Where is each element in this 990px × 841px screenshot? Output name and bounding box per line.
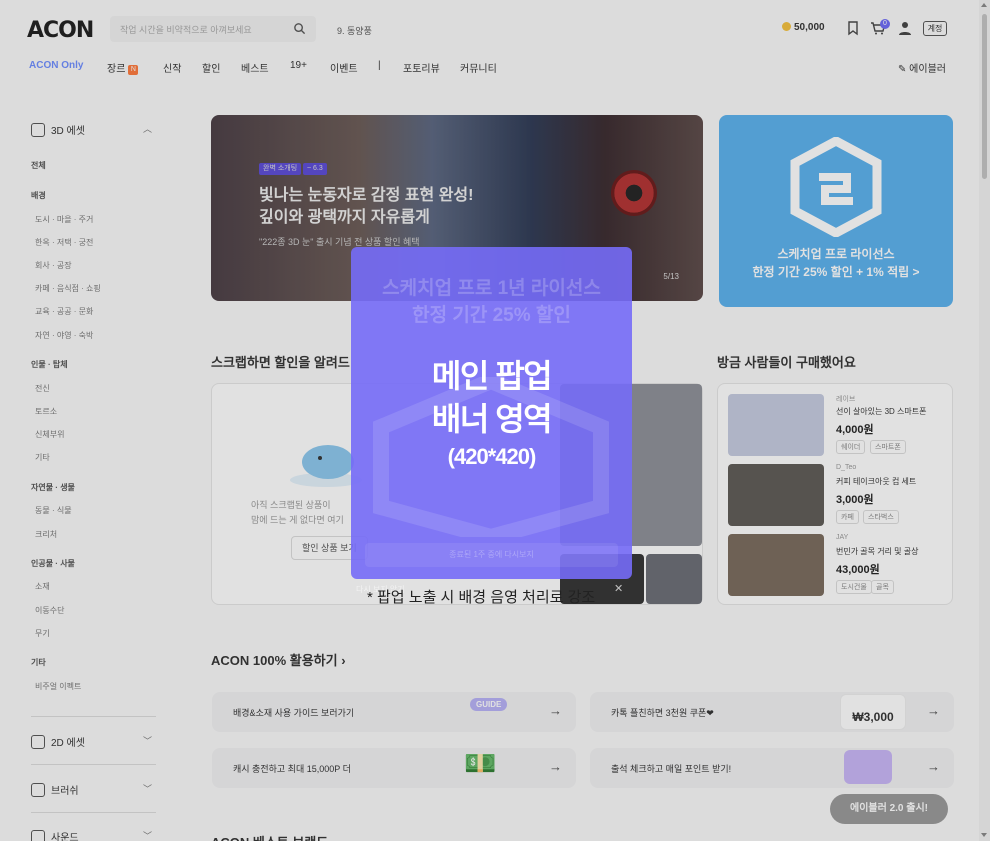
popup-heading: 메인 팝업배너 영역 (351, 355, 632, 441)
popup-ghost-button: 종료된 1주 중에 다시보지 (365, 543, 618, 567)
popup-size-label: (420*420) (447, 444, 537, 469)
popup-heading-line: 메인 팝업 (431, 358, 553, 394)
page: ACON 작업 시간을 비약적으로 아껴보세요 9. 동양풍 50,000 0 … (0, 0, 990, 841)
popup-caption: * 팝업 노출 시 배경 음영 처리로 강조 (367, 589, 596, 606)
ghost-line: 스케치업 프로 1년 라이선스 (382, 278, 601, 299)
main-popup-banner[interactable]: 스케치업 프로 1년 라이선스한정 기간 25% 할인 메인 팝업배너 영역 (… (351, 247, 632, 579)
popup-ghost-text: 스케치업 프로 1년 라이선스한정 기간 25% 할인 (351, 275, 632, 329)
close-icon: ✕ (614, 583, 624, 595)
popup-heading-line: 배너 영역 (431, 401, 553, 437)
ghost-line: 한정 기간 25% 할인 (412, 305, 571, 326)
popup-close-button[interactable]: ✕ (614, 582, 623, 595)
